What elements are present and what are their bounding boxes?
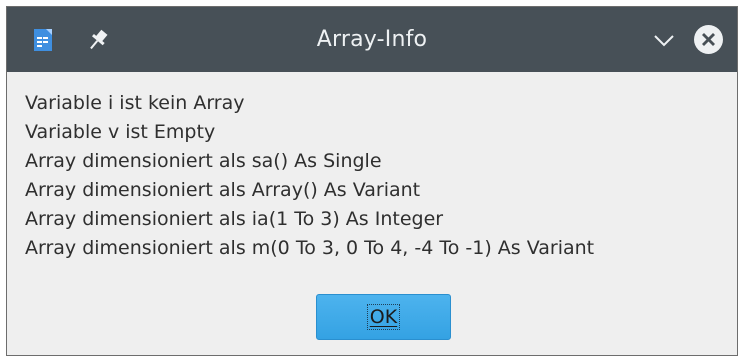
window-title: Array-Info — [316, 27, 428, 52]
message-line: Array dimensioniert als sa() As Single — [25, 150, 382, 172]
message-line: Variable i ist kein Array — [25, 92, 245, 114]
ok-button[interactable]: OK — [316, 294, 451, 340]
close-icon[interactable] — [693, 24, 724, 55]
message-line: Variable v ist Empty — [25, 121, 216, 143]
array-info-dialog: Array-Info Variable i ist kein Array Var… — [6, 6, 738, 356]
ok-button-label: OK — [367, 304, 400, 330]
message-text: Variable i ist kein Array Variable v ist… — [25, 89, 735, 263]
message-line: Array dimensioniert als Array() As Varia… — [25, 179, 421, 201]
message-line: Array dimensioniert als m(0 To 3, 0 To 4… — [25, 237, 595, 259]
title-bar[interactable]: Array-Info — [7, 7, 737, 72]
chevron-down-icon[interactable] — [651, 29, 677, 51]
message-line: Array dimensioniert als ia(1 To 3) As In… — [25, 208, 444, 230]
